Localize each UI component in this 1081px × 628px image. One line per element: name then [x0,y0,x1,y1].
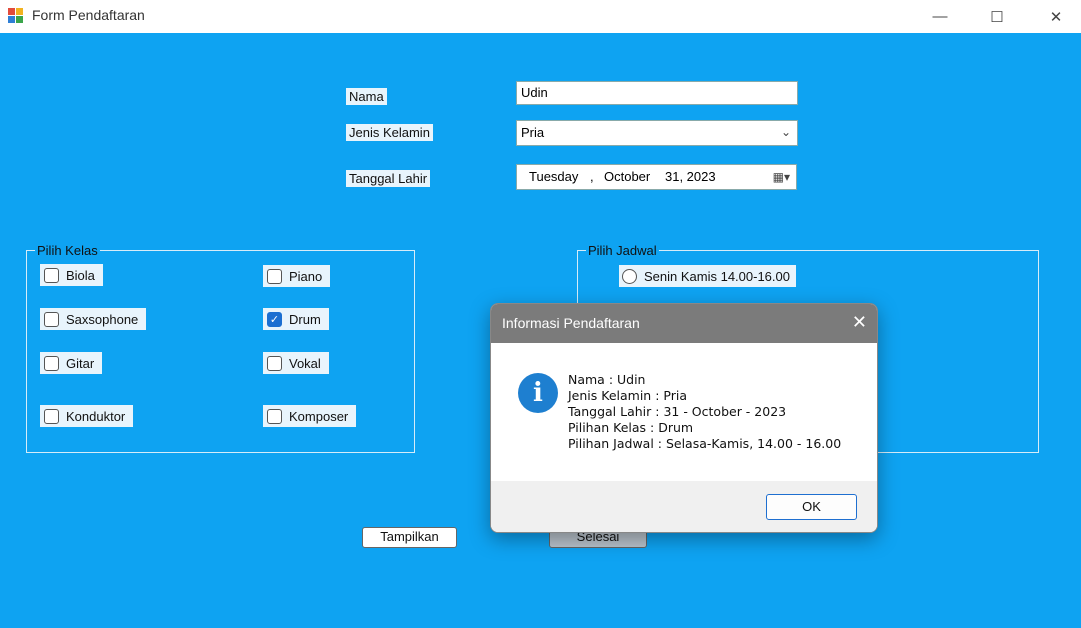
checkbox-komposer[interactable]: Komposer [263,405,357,427]
checkbox-icon [267,355,282,371]
checkbox-icon [44,311,59,327]
checkbox-icon [44,267,59,283]
checkbox-label: Konduktor [66,408,126,424]
message-line: Tanggal Lahir : 31 - October - 2023 [568,404,787,419]
checkmark-icon: ✓ [267,311,282,327]
checkbox-saxsophone[interactable]: Saxsophone [40,308,147,330]
date-month[interactable]: October [604,169,650,185]
date-day[interactable]: Tuesday [529,169,578,185]
window-title: Form Pendaftaran [32,7,145,23]
checkbox-gitar[interactable]: Gitar [40,352,103,374]
dialog-close-button[interactable]: ✕ [852,312,867,333]
dialog-title-bar: Informasi Pendaftaran ✕ [491,304,877,343]
kelas-group-title: Pilih Kelas [35,243,100,258]
checkbox-piano[interactable]: Piano [263,265,331,287]
nama-label: Nama [346,88,387,105]
checkbox-biola[interactable]: Biola [40,264,103,286]
minimize-button[interactable]: — [917,0,963,33]
tanggal-lahir-datepicker[interactable]: Tuesday , October 31, 2023 ▦▾ [516,164,797,190]
checkbox-label: Vokal [289,355,321,371]
radio-icon [622,268,637,284]
nama-input[interactable]: Udin [516,81,798,105]
date-separator: , [590,169,594,184]
date-day-year[interactable]: 31, 2023 [665,169,716,185]
jenis-kelamin-value: Pria [521,125,545,140]
tampilkan-button[interactable]: Tampilkan [362,527,457,548]
checkbox-icon [267,268,282,284]
info-dialog: Informasi Pendaftaran ✕ i Nama : Udin Je… [490,303,878,533]
radio-label: Senin Kamis 14.00-16.00 [644,268,790,284]
information-icon: i [518,373,558,413]
calendar-dropdown-icon[interactable]: ▦▾ [773,169,790,185]
checkbox-label: Piano [289,268,323,284]
checkbox-label: Saxsophone [66,311,139,327]
checkbox-label: Komposer [289,408,349,424]
checkbox-drum[interactable]: ✓ Drum [263,308,329,330]
checkbox-icon [44,355,59,371]
message-line: Pilihan Kelas : Drum [568,420,694,435]
jenis-kelamin-select[interactable]: Pria ⌄ [516,120,798,146]
checkbox-label: Biola [66,267,95,283]
jadwal-group-title: Pilih Jadwal [586,243,659,258]
chevron-down-icon: ⌄ [780,125,791,139]
checkbox-konduktor[interactable]: Konduktor [40,405,134,427]
checkbox-icon [267,408,282,424]
title-bar: Form Pendaftaran — ☐ ✕ [0,0,1081,33]
tanggal-lahir-label: Tanggal Lahir [346,170,431,187]
dialog-title: Informasi Pendaftaran [502,315,640,331]
checkbox-icon [44,408,59,424]
ok-button[interactable]: OK [766,494,857,520]
checkbox-label: Drum [289,311,321,327]
checkbox-vokal[interactable]: Vokal [263,352,329,374]
dialog-message: Nama : Udin Jenis Kelamin : Pria Tanggal… [568,372,841,452]
maximize-button[interactable]: ☐ [974,0,1020,33]
app-icon [8,8,24,24]
checkbox-label: Gitar [66,355,95,371]
message-line: Jenis Kelamin : Pria [568,388,687,403]
message-line: Nama : Udin [568,372,646,387]
jenis-kelamin-label: Jenis Kelamin [346,124,433,141]
close-button[interactable]: ✕ [1033,0,1079,33]
message-line: Pilihan Jadwal : Selasa-Kamis, 14.00 - 1… [568,436,842,451]
radio-senin-kamis[interactable]: Senin Kamis 14.00-16.00 [619,265,796,287]
